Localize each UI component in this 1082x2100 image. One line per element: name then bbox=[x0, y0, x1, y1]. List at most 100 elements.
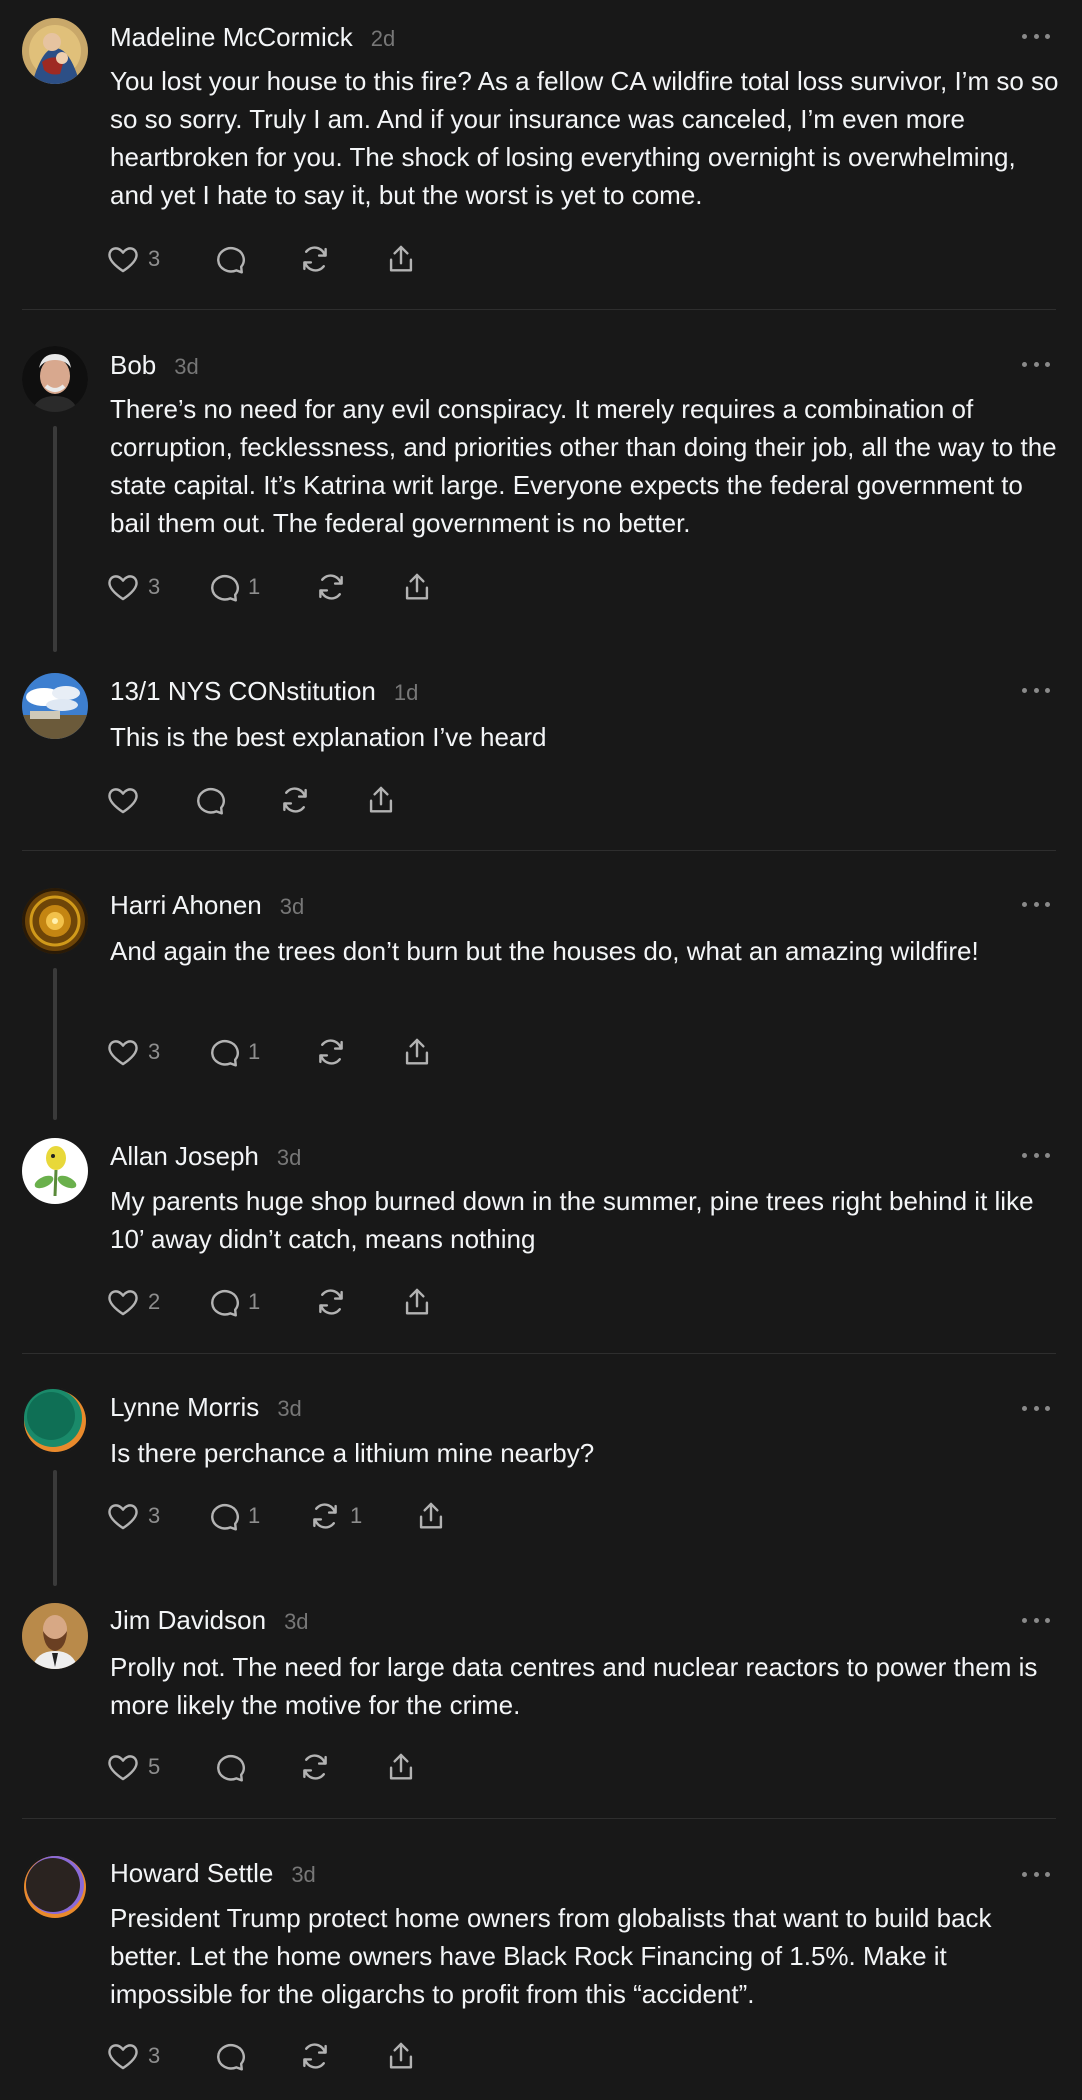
share-button[interactable] bbox=[400, 567, 486, 607]
comment-icon bbox=[212, 242, 246, 276]
comment-icon bbox=[206, 1035, 240, 1069]
reply-button[interactable] bbox=[212, 239, 298, 279]
repost-button[interactable]: 1 bbox=[308, 1496, 414, 1536]
plant-cartoon-avatar[interactable] bbox=[22, 1138, 88, 1204]
dark-orb-avatar[interactable] bbox=[22, 1854, 88, 1920]
thread-line bbox=[53, 968, 57, 1120]
username[interactable]: Bob bbox=[110, 350, 156, 381]
username[interactable]: Madeline McCormick bbox=[110, 22, 353, 53]
post-actions: 3 1 bbox=[106, 567, 486, 607]
repost-icon bbox=[298, 1750, 332, 1784]
post-text: This is the best explanation I’ve heard bbox=[110, 722, 547, 752]
more-options-icon[interactable] bbox=[1022, 1150, 1050, 1160]
repost-button[interactable] bbox=[278, 780, 364, 820]
reply-count: 1 bbox=[248, 1289, 261, 1314]
username[interactable]: Allan Joseph bbox=[110, 1141, 259, 1172]
timestamp: 3d bbox=[279, 894, 305, 919]
username[interactable]: Jim Davidson bbox=[110, 1605, 266, 1636]
more-options-icon[interactable] bbox=[1022, 31, 1050, 41]
thread-line bbox=[53, 426, 57, 652]
comment-icon bbox=[206, 1285, 240, 1319]
share-button[interactable] bbox=[384, 1747, 470, 1787]
older-man-avatar[interactable] bbox=[22, 346, 88, 412]
like-button[interactable]: 3 bbox=[106, 239, 212, 279]
divider bbox=[22, 1353, 1056, 1354]
like-button[interactable]: 5 bbox=[106, 1747, 212, 1787]
post-text: President Trump protect home owners from… bbox=[110, 1903, 992, 2009]
reply-button[interactable]: 1 bbox=[206, 1496, 308, 1536]
thread-line bbox=[53, 1470, 57, 1586]
post-text: And again the trees don’t burn but the h… bbox=[110, 936, 979, 966]
heart-icon bbox=[106, 783, 140, 817]
repost-button[interactable] bbox=[298, 1747, 384, 1787]
username[interactable]: Howard Settle bbox=[110, 1858, 273, 1889]
post-text: You lost your house to this fire? As a f… bbox=[110, 66, 1059, 210]
comment-icon bbox=[212, 2039, 246, 2073]
repost-button[interactable] bbox=[314, 567, 400, 607]
username[interactable]: 13/1 NYS CONstitution bbox=[110, 676, 376, 707]
like-count: 3 bbox=[148, 1503, 161, 1528]
comment-icon bbox=[206, 1499, 240, 1533]
like-button[interactable]: 3 bbox=[106, 2036, 212, 2076]
post-text: Prolly not. The need for large data cent… bbox=[110, 1652, 1038, 1720]
share-button[interactable] bbox=[414, 1496, 500, 1536]
madonna-painting-avatar[interactable] bbox=[22, 18, 88, 84]
golden-mandala-avatar[interactable] bbox=[22, 888, 88, 954]
like-count: 5 bbox=[148, 1754, 161, 1779]
share-icon bbox=[400, 1035, 434, 1069]
reply-button[interactable] bbox=[212, 2036, 298, 2076]
post-text: Is there perchance a lithium mine nearby… bbox=[110, 1438, 595, 1468]
username[interactable]: Harri Ahonen bbox=[110, 890, 262, 921]
more-options-icon[interactable] bbox=[1022, 1403, 1050, 1413]
reply-button[interactable] bbox=[212, 1747, 298, 1787]
reply-button[interactable]: 1 bbox=[206, 1032, 314, 1072]
heart-icon bbox=[106, 1035, 140, 1069]
share-icon bbox=[384, 2039, 418, 2073]
divider bbox=[22, 1818, 1056, 1819]
share-icon bbox=[384, 1750, 418, 1784]
share-button[interactable] bbox=[384, 239, 470, 279]
like-button[interactable]: 3 bbox=[106, 567, 206, 607]
like-button[interactable]: 3 bbox=[106, 1496, 206, 1536]
like-count: 3 bbox=[148, 246, 161, 271]
heart-icon bbox=[106, 1285, 140, 1319]
teal-orb-avatar[interactable] bbox=[22, 1388, 88, 1454]
username[interactable]: Lynne Morris bbox=[110, 1392, 259, 1423]
reply-count: 1 bbox=[248, 1039, 261, 1064]
more-options-icon[interactable] bbox=[1022, 359, 1050, 369]
more-options-icon[interactable] bbox=[1022, 1869, 1050, 1879]
share-button[interactable] bbox=[400, 1032, 486, 1072]
like-button[interactable]: 3 bbox=[106, 1032, 206, 1072]
share-button[interactable] bbox=[400, 1282, 486, 1322]
post-actions: 3 bbox=[106, 239, 470, 279]
repost-button[interactable] bbox=[314, 1282, 400, 1322]
repost-icon bbox=[308, 1499, 342, 1533]
repost-button[interactable] bbox=[298, 239, 384, 279]
like-count: 3 bbox=[148, 1039, 161, 1064]
repost-icon bbox=[298, 242, 332, 276]
reply-button[interactable]: 1 bbox=[206, 567, 314, 607]
sky-landscape-avatar[interactable] bbox=[22, 673, 88, 739]
post-actions bbox=[106, 780, 450, 820]
more-options-icon[interactable] bbox=[1022, 899, 1050, 909]
more-options-icon[interactable] bbox=[1022, 1615, 1050, 1625]
post-actions: 5 bbox=[106, 1747, 470, 1787]
share-button[interactable] bbox=[364, 780, 450, 820]
bearded-man-avatar[interactable] bbox=[22, 1603, 88, 1669]
repost-button[interactable] bbox=[298, 2036, 384, 2076]
like-count: 2 bbox=[148, 1289, 161, 1314]
post-actions: 2 1 bbox=[106, 1282, 486, 1322]
reply-button[interactable]: 1 bbox=[206, 1282, 314, 1322]
comment-icon bbox=[206, 570, 240, 604]
repost-count: 1 bbox=[350, 1503, 363, 1528]
repost-button[interactable] bbox=[314, 1032, 400, 1072]
like-button[interactable]: 2 bbox=[106, 1282, 206, 1322]
share-icon bbox=[400, 570, 434, 604]
more-options-icon[interactable] bbox=[1022, 685, 1050, 695]
share-button[interactable] bbox=[384, 2036, 470, 2076]
like-count: 3 bbox=[148, 2043, 161, 2068]
like-button[interactable] bbox=[106, 780, 192, 820]
divider bbox=[22, 850, 1056, 851]
post-text: There’s no need for any evil conspiracy.… bbox=[110, 394, 1057, 538]
reply-button[interactable] bbox=[192, 780, 278, 820]
